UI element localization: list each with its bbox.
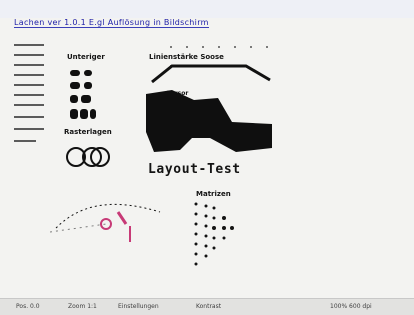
status-right: 100% 600 dpi <box>330 303 372 310</box>
menu-separator-dots <box>170 33 290 67</box>
status-settings: Einstellungen <box>118 303 159 310</box>
layout-shape <box>146 64 272 152</box>
status-left: Pos. 0.0 <box>16 303 40 310</box>
status-contrast: Kontrast <box>196 303 222 310</box>
toolbar-item[interactable] <box>14 128 44 130</box>
layers-label: Rasterlagen <box>64 128 112 136</box>
matrix-label: Matrizen <box>196 190 231 198</box>
window-titlebar <box>0 0 414 18</box>
toolbar-item[interactable] <box>14 104 44 106</box>
toolbar-item[interactable] <box>14 84 44 86</box>
app-window: Lachen ver 1.0.1 E.gl Auflösung in Bilds… <box>0 0 414 315</box>
toolbar-item[interactable] <box>14 54 44 56</box>
layout-test-text: Layout-Test <box>148 162 241 177</box>
toolbar-item[interactable] <box>14 94 44 96</box>
toolbar-item[interactable] <box>14 116 44 118</box>
circle-outline-icon <box>90 147 110 167</box>
toolbar-item[interactable] <box>14 74 44 76</box>
status-zoom: Zoom 1:1 <box>68 303 97 310</box>
line-diagram <box>50 203 161 242</box>
shapes-label: Unteriger <box>67 53 105 61</box>
toolbar-item[interactable] <box>14 44 44 46</box>
toolbar-item[interactable] <box>14 64 44 66</box>
dot-matrix-icon <box>194 202 234 266</box>
status-bar: Pos. 0.0 Zoom 1:1 Einstellungen Kontrast… <box>0 298 414 315</box>
app-title: Lachen ver 1.0.1 E.gl Auflösung in Bilds… <box>14 18 209 28</box>
left-toolbar <box>14 44 54 274</box>
toolbar-item[interactable] <box>14 140 36 142</box>
